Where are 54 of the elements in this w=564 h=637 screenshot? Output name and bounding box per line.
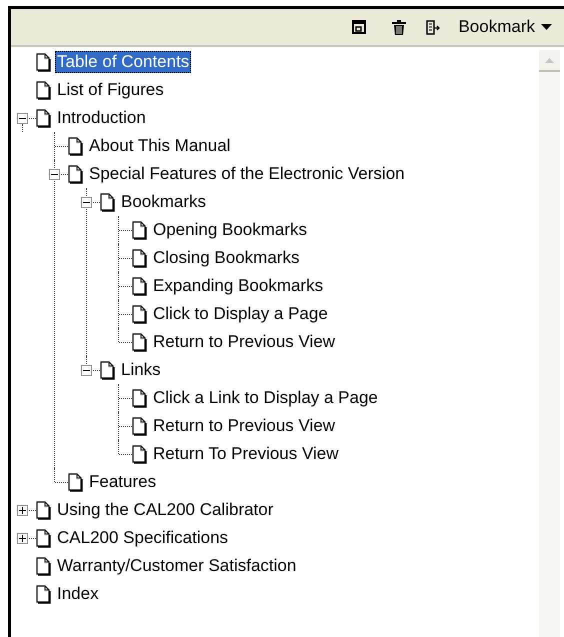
bookmark-item[interactable]: Return to Previous View [151, 415, 338, 437]
bookmark-item[interactable]: Return To Previous View [151, 443, 341, 465]
bookmark-item[interactable]: Warranty/Customer Satisfaction [55, 555, 298, 577]
plus-icon [19, 534, 26, 542]
collapse-toggle[interactable] [81, 196, 92, 208]
page-icon [36, 528, 51, 548]
bookmark-item[interactable]: Index [55, 583, 101, 605]
page-icon [36, 108, 51, 128]
page-icon [36, 556, 51, 576]
bookmark-item[interactable]: Features [87, 471, 158, 493]
bookmark-item[interactable]: Opening Bookmarks [151, 219, 310, 241]
expand-toggle[interactable] [17, 504, 28, 516]
page-icon [132, 304, 147, 324]
trash-icon[interactable] [392, 20, 406, 34]
page-icon [132, 220, 147, 240]
bookmark-item[interactable]: Closing Bookmarks [151, 247, 302, 269]
bookmark-item[interactable]: Bookmarks [119, 191, 208, 213]
page-icon [132, 276, 147, 296]
page-icon [132, 388, 147, 408]
bookmark-item[interactable]: Click a Link to Display a Page [151, 387, 380, 409]
page-icon [36, 80, 51, 100]
page-icon [132, 332, 147, 352]
expand-toggle[interactable] [17, 532, 28, 544]
page-icon [68, 472, 83, 492]
page-icon [100, 360, 115, 380]
collapse-toggle[interactable] [17, 112, 28, 124]
collapse-toggle[interactable] [49, 168, 60, 180]
page-icon [68, 136, 83, 156]
plus-icon [19, 506, 26, 514]
collapse-toggle[interactable] [81, 364, 92, 376]
window-icon[interactable] [352, 20, 366, 34]
bookmark-item[interactable]: Links [119, 359, 163, 381]
bookmark-item[interactable]: List of Figures [55, 79, 166, 101]
caret-icon [541, 24, 552, 30]
page-icon [68, 164, 83, 184]
page-icon [132, 444, 147, 464]
page-icon [100, 192, 115, 212]
bookmark-item[interactable]: Table of Contents [55, 51, 192, 73]
bookmark-item[interactable]: Expanding Bookmarks [151, 275, 326, 297]
page-icon [36, 52, 51, 72]
bookmark-item[interactable]: Using the CAL200 Calibrator [55, 499, 276, 521]
bookmark-menu[interactable]: Bookmark [458, 14, 552, 40]
up-arrow-icon [545, 58, 554, 62]
page-icon [36, 584, 51, 604]
page-icon [132, 416, 147, 436]
page-icon [36, 500, 51, 520]
page-icon [132, 248, 147, 268]
bookmark-item[interactable]: Click to Display a Page [151, 303, 330, 325]
bookmark-item[interactable]: Return to Previous View [151, 331, 338, 353]
page-arrow-icon[interactable] [426, 20, 440, 34]
bookmark-item[interactable]: About This Manual [87, 135, 232, 157]
bookmark-item[interactable]: CAL200 Specifications [55, 527, 230, 549]
bookmark-item[interactable]: Introduction [55, 107, 148, 129]
bookmark-item[interactable]: Special Features of the Electronic Version [87, 163, 407, 185]
